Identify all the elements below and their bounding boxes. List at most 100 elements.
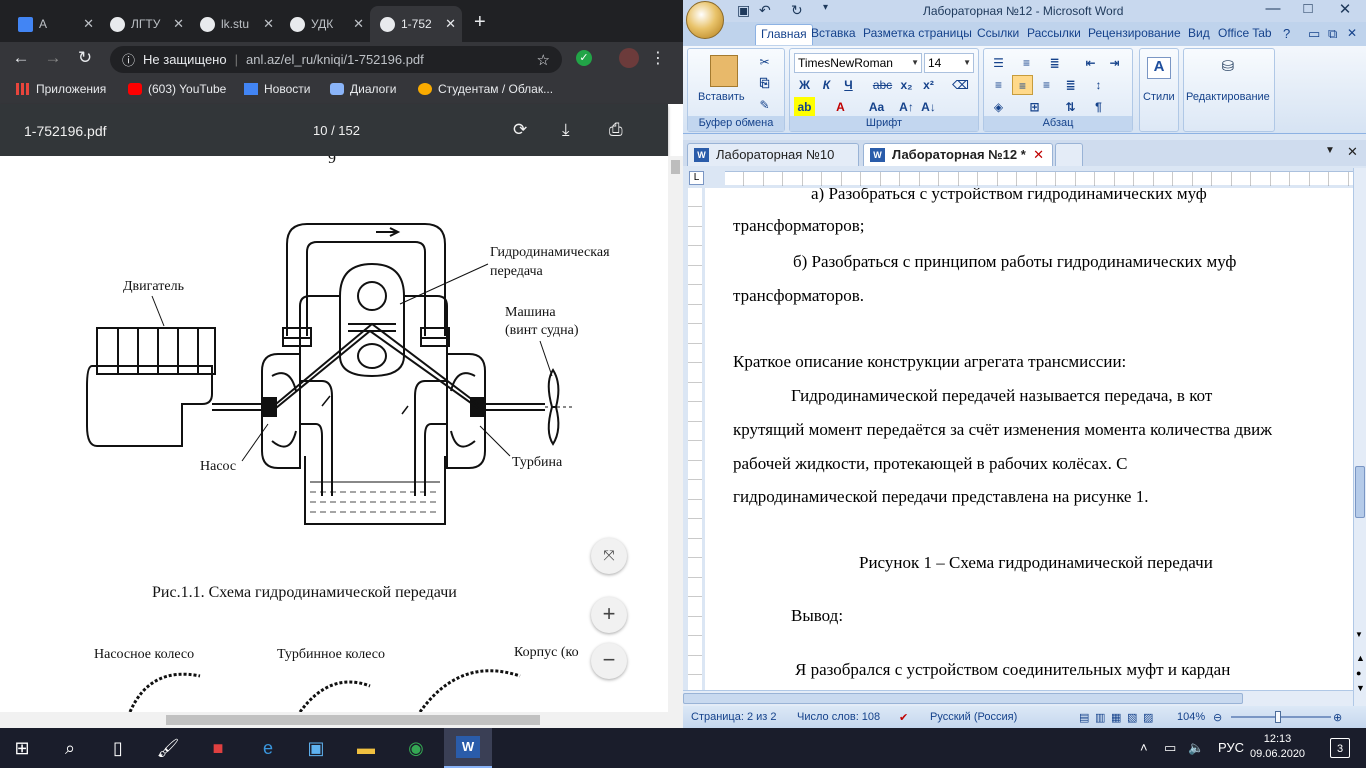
close-icon[interactable]: ✕ — [353, 16, 364, 32]
strikethrough-icon[interactable]: abc — [872, 75, 893, 95]
zoom-out-icon[interactable]: − — [591, 643, 627, 679]
doc-line[interactable]: Я разобрался с устройством соединительны… — [795, 660, 1230, 680]
undo-icon[interactable]: ↶ — [759, 2, 771, 19]
task-view-icon[interactable]: ▯ — [106, 736, 130, 760]
doc-tab-active[interactable]: W Лабораторная №12 * ✕ — [863, 143, 1053, 166]
scrollbar-thumb[interactable] — [166, 715, 540, 725]
fit-page-icon[interactable]: ⤧ — [591, 538, 627, 574]
multilevel-icon[interactable]: ≣ — [1044, 53, 1065, 73]
prev-page-icon[interactable]: ▲ — [1356, 653, 1365, 663]
doc-line[interactable]: а) Разобраться с устройством гидродинами… — [811, 188, 1207, 204]
doc-line[interactable]: Гидродинамической передачей называется п… — [791, 386, 1212, 406]
chrome-tab-active[interactable]: 1-752 ✕ — [370, 6, 462, 42]
pdf-page-indicator[interactable]: 10 / 152 — [313, 123, 360, 138]
tab-mailings[interactable]: Рассылки — [1027, 26, 1081, 40]
info-icon[interactable]: ⓘ — [122, 50, 135, 69]
address-bar[interactable]: ⓘ Не защищено | anl.az/el_ru/kniqi/1-752… — [110, 46, 562, 73]
subscript-icon[interactable]: x₂ — [896, 75, 917, 95]
status-zoom[interactable]: 104% — [1177, 711, 1205, 723]
chrome-tab[interactable]: ЛГТУ ✕ — [100, 6, 190, 42]
horizontal-ruler[interactable]: L — [683, 168, 1366, 188]
close-icon[interactable]: ✕ — [263, 16, 274, 32]
menu-dots-icon[interactable]: ⋮ — [650, 48, 666, 68]
profile-avatar-icon[interactable] — [619, 48, 639, 68]
font-size-combo[interactable]: 14 ▼ — [924, 53, 974, 73]
format-painter-icon[interactable]: ✎ — [754, 95, 775, 115]
bookmark-item[interactable]: Студентам / Облак... — [418, 82, 553, 96]
doc-line[interactable]: рабочей жидкости, протекающей в рабочих … — [733, 454, 1127, 474]
new-tab-plus-icon[interactable]: + — [474, 11, 486, 34]
search-icon[interactable]: ⌕ — [58, 736, 82, 760]
tray-expand-icon[interactable]: ˄ — [1140, 740, 1148, 755]
word-horizontal-scrollbar[interactable] — [683, 690, 1353, 706]
doc-line[interactable]: Вывод: — [791, 606, 843, 626]
tab-list-dropdown-icon[interactable]: ▼ — [1325, 145, 1335, 156]
decrease-indent-icon[interactable]: ⇤ — [1080, 53, 1101, 73]
edge-icon[interactable]: e — [256, 736, 280, 760]
tab-view[interactable]: Вид — [1188, 26, 1210, 40]
close-icon[interactable]: ✕ — [173, 16, 184, 32]
justify-icon[interactable]: ≣ — [1060, 75, 1081, 95]
copy-icon[interactable]: ⎘ — [754, 73, 775, 93]
doc-line[interactable]: трансформаторов. — [733, 286, 864, 306]
forward-arrow-icon[interactable]: → — [42, 48, 64, 68]
scrollbar-thumb[interactable] — [1355, 466, 1365, 518]
clipboard-icon[interactable] — [710, 55, 738, 87]
download-icon[interactable]: ⤓ — [562, 120, 570, 140]
print-icon[interactable]: ⎙ — [609, 120, 623, 140]
notifications-icon[interactable]: 3 — [1330, 738, 1350, 758]
chevron-down-icon[interactable]: ▼ — [911, 54, 919, 72]
vertical-ruler[interactable] — [683, 188, 705, 708]
paint-icon[interactable]: 🖌 — [156, 736, 180, 760]
doc-line[interactable]: трансформаторов; — [733, 216, 865, 236]
zoom-in-icon[interactable]: + — [591, 597, 627, 633]
borders-icon[interactable]: ⊞ — [1024, 97, 1045, 117]
scrollbar-thumb[interactable] — [683, 693, 1243, 704]
minimize-icon[interactable]: — — [1253, 0, 1293, 17]
superscript-icon[interactable]: x² — [918, 75, 939, 95]
tab-page-layout[interactable]: Разметка страницы — [863, 26, 972, 40]
control-panel-icon[interactable]: ▣ — [304, 736, 328, 760]
clear-format-icon[interactable]: ⌫ — [950, 75, 971, 95]
bookmark-item[interactable]: Новости — [244, 82, 310, 96]
doc-line[interactable]: гидродинамической передачи представлена … — [733, 487, 1148, 507]
tab-home[interactable]: Главная — [755, 24, 813, 45]
doc-line[interactable]: крутящий момент передаётся за счёт измен… — [733, 420, 1272, 440]
shrink-font-icon[interactable]: A↓ — [918, 97, 939, 117]
next-page-icon[interactable]: ▼ — [1356, 683, 1365, 693]
chevron-down-icon[interactable]: ▼ — [963, 54, 971, 72]
ribbon-minimize-icon[interactable]: ▭ — [1308, 26, 1320, 42]
bookmark-item[interactable]: (603) YouTube — [128, 82, 226, 96]
tab-insert[interactable]: Вставка — [811, 26, 856, 40]
system-clock[interactable]: 12:13 09.06.2020 — [1250, 732, 1305, 762]
grow-font-icon[interactable]: A↑ — [896, 97, 917, 117]
extension-check-icon[interactable]: ✓ — [576, 50, 592, 66]
view-outline-icon[interactable]: ▧ — [1127, 711, 1137, 724]
volume-icon[interactable]: 🔈 — [1188, 740, 1204, 756]
zoom-slider-thumb[interactable] — [1275, 711, 1281, 723]
reload-icon[interactable]: ↻ — [74, 48, 96, 68]
qat-dropdown-icon[interactable]: ▾ — [823, 2, 828, 13]
chrome-icon[interactable]: ◉ — [404, 736, 428, 760]
save-icon[interactable]: ▣ — [737, 2, 750, 19]
doc-line[interactable]: б) Разобраться с принципом работы гидрод… — [793, 252, 1236, 272]
increase-indent-icon[interactable]: ⇥ — [1104, 53, 1125, 73]
align-right-icon[interactable]: ≡ — [1036, 75, 1057, 95]
document-page[interactable]: а) Разобраться с устройством гидродинами… — [705, 188, 1356, 708]
line-spacing-icon[interactable]: ↕ — [1088, 75, 1109, 95]
view-reading-icon[interactable]: ▥ — [1095, 711, 1105, 724]
bookmark-item[interactable]: Диалоги — [330, 82, 396, 96]
align-center-icon[interactable]: ≡ — [1012, 75, 1033, 95]
doc-tab[interactable]: W Лабораторная №10 — [687, 143, 859, 166]
scrollbar-thumb[interactable] — [671, 160, 680, 174]
status-words[interactable]: Число слов: 108 — [797, 711, 880, 723]
close-all-tabs-icon[interactable]: ✕ — [1347, 144, 1358, 160]
redo-icon[interactable]: ↻ — [791, 2, 803, 19]
view-web-icon[interactable]: ▦ — [1111, 711, 1121, 724]
view-print-layout-icon[interactable]: ▤ — [1079, 711, 1089, 724]
doc-line[interactable]: Краткое описание конструкции агрегата тр… — [733, 352, 1126, 372]
pdf-vertical-scrollbar[interactable] — [668, 156, 683, 712]
shading-icon[interactable]: ◈ — [988, 97, 1009, 117]
close-icon[interactable]: ✕ — [445, 16, 456, 32]
tab-selector-icon[interactable]: L — [689, 171, 704, 185]
